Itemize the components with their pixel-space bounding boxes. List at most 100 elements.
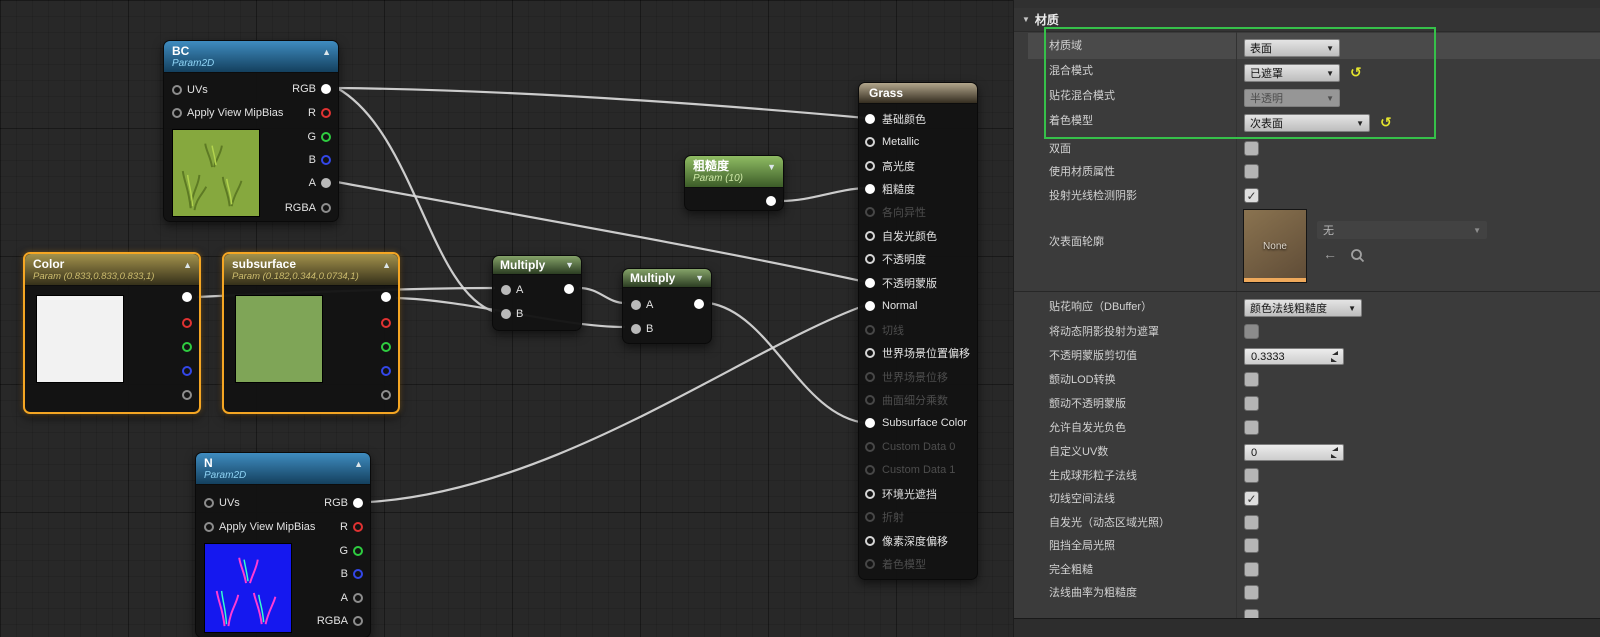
input-pin[interactable] [865, 113, 875, 124]
output-a[interactable] [381, 390, 391, 400]
output-b[interactable]: B [309, 154, 331, 166]
node-multiply-1[interactable]: Multiply ▼ A B [492, 255, 582, 331]
node-graph-canvas[interactable]: BC Param2D ▲ UVs Apply View MipBias RGB … [0, 0, 1013, 637]
output-pin[interactable] [381, 318, 391, 328]
reset-icon[interactable]: ↺ [1350, 64, 1362, 80]
input-a[interactable]: A [501, 284, 523, 296]
collapse-up-icon[interactable]: ▲ [322, 47, 331, 57]
checkbox-dither-opacity-mask[interactable]: ✓ [1244, 396, 1259, 411]
output-result[interactable] [564, 284, 574, 294]
output-g[interactable]: G [307, 131, 331, 143]
node-roughness-param[interactable]: 粗糙度 Param (10) ▼ [684, 155, 784, 211]
wire-n-rgb-normal[interactable] [368, 303, 867, 504]
collapse-down-icon[interactable]: ▼ [695, 273, 704, 283]
output-pin[interactable] [381, 292, 391, 302]
output-b[interactable] [182, 366, 192, 376]
node-subsurface-param[interactable]: subsurface Param (0.182,0.344,0.0734,1) … [222, 252, 400, 414]
input-pin[interactable] [865, 301, 875, 312]
node-color-param[interactable]: Color Param (0.833,0.833,0.833,1) ▲ [23, 252, 201, 414]
output-r[interactable]: R [308, 107, 331, 119]
pin-row[interactable]: 不透明蒙版 [859, 271, 977, 294]
node-subsurface-header[interactable]: subsurface Param (0.182,0.344,0.0734,1) … [224, 254, 398, 286]
output-r[interactable]: R [340, 521, 363, 533]
node-grass-result[interactable]: Grass 基础颜色 Metallic 高光度 粗糙度 各向异性 自发光颜色 不… [858, 82, 978, 580]
output-pin[interactable] [353, 616, 363, 626]
pin-row[interactable]: 粗糙度 [859, 177, 977, 200]
pin-row[interactable]: Normal [859, 295, 977, 318]
number-field-num-customized-uvs[interactable]: 0 [1244, 444, 1344, 461]
output-pin[interactable] [321, 84, 331, 94]
output-pin[interactable] [321, 178, 331, 188]
output-pin[interactable] [766, 196, 776, 206]
output-pin[interactable] [353, 546, 363, 556]
dropdown-blend-mode[interactable]: 已遮罩 ▼ [1244, 64, 1340, 82]
input-pin[interactable] [865, 418, 875, 429]
output-b[interactable] [381, 366, 391, 376]
pin-row[interactable]: 环境光遮挡 [859, 482, 977, 505]
collapse-up-icon[interactable]: ▲ [183, 260, 192, 270]
output-rgb[interactable]: RGB [324, 497, 363, 509]
input-b[interactable]: B [501, 308, 523, 320]
output-r[interactable] [381, 318, 391, 328]
output-result[interactable] [694, 299, 704, 309]
output-pin[interactable] [381, 366, 391, 376]
wire-bc-a-opacitymask[interactable] [336, 180, 867, 284]
input-pin[interactable] [865, 488, 875, 499]
pin-row[interactable]: 世界场景位置偏移 [859, 341, 977, 364]
output-pin[interactable] [564, 284, 574, 294]
node-color-header[interactable]: Color Param (0.833,0.833,0.833,1) ▲ [25, 254, 199, 286]
output-value[interactable] [766, 196, 776, 206]
input-pin[interactable] [865, 184, 875, 195]
input-pin[interactable] [204, 498, 214, 508]
input-pin[interactable] [865, 254, 875, 265]
pin-row[interactable]: 像素深度偏移 [859, 529, 977, 552]
input-pin[interactable] [501, 309, 511, 319]
wire-multiply2-subsurfacecolor[interactable] [708, 301, 867, 425]
checkbox-clipped[interactable] [1244, 609, 1259, 618]
pin-row[interactable]: 基础颜色 [859, 107, 977, 130]
collapse-down-icon[interactable]: ▼ [565, 260, 574, 270]
output-pin[interactable] [182, 390, 192, 400]
output-a[interactable]: A [309, 177, 331, 189]
reset-icon[interactable]: ↺ [1380, 114, 1392, 130]
pin-row[interactable]: 高光度 [859, 154, 977, 177]
output-pin[interactable] [321, 155, 331, 165]
input-a[interactable]: A [631, 299, 653, 311]
node-multiply-2[interactable]: Multiply ▼ A B [622, 268, 712, 344]
number-field-opacity-mask-clip-value[interactable]: 0.3333 [1244, 348, 1344, 365]
node-multiply2-header[interactable]: Multiply ▼ [623, 269, 711, 288]
checkbox-dithered-lod-transition[interactable]: ✓ [1244, 372, 1259, 387]
section-header-material[interactable]: ▼ 材质 [1014, 8, 1600, 32]
dropdown-decal-response[interactable]: 颜色法线粗糙度 ▼ [1244, 299, 1362, 317]
wire-bc-rgb-basecolor[interactable] [336, 86, 867, 120]
output-rgba[interactable]: RGBA [285, 202, 331, 214]
node-bc[interactable]: BC Param2D ▲ UVs Apply View MipBias RGB … [163, 40, 339, 222]
output-g[interactable] [182, 342, 192, 352]
use-selected-asset-icon[interactable]: ← [1323, 247, 1337, 261]
output-main[interactable] [182, 292, 192, 302]
input-pin[interactable] [865, 230, 875, 241]
collapse-up-icon[interactable]: ▲ [382, 260, 391, 270]
search-icon[interactable] [1350, 248, 1365, 263]
drag-value-icon[interactable] [1330, 351, 1339, 362]
pin-row[interactable]: 不透明度 [859, 248, 977, 271]
node-grass-header[interactable]: Grass [859, 83, 977, 104]
input-pin[interactable] [865, 160, 875, 171]
checkbox-normal-curvature-to-roughness[interactable]: ✓ [1244, 585, 1259, 600]
checkbox-spherical-particle-normals[interactable]: ✓ [1244, 468, 1259, 483]
checkbox-block-gi[interactable]: ✓ [1244, 538, 1259, 553]
checkbox-fully-rough[interactable]: ✓ [1244, 562, 1259, 577]
checkbox-cast-dynamic-shadow-as-masked[interactable]: ✓ [1244, 324, 1259, 339]
input-pin[interactable] [865, 137, 875, 148]
input-pin[interactable] [204, 522, 214, 532]
input-mipbias[interactable]: Apply View MipBias [204, 521, 315, 533]
output-pin[interactable] [353, 569, 363, 579]
drag-value-icon[interactable] [1330, 447, 1339, 458]
output-pin[interactable] [353, 498, 363, 508]
output-pin[interactable] [381, 390, 391, 400]
output-r[interactable] [182, 318, 192, 328]
output-pin[interactable] [321, 203, 331, 213]
pin-row[interactable]: Subsurface Color [859, 412, 977, 435]
node-bc-header[interactable]: BC Param2D ▲ [164, 41, 338, 73]
wire-multiply1-multiply2-a[interactable] [578, 286, 626, 305]
